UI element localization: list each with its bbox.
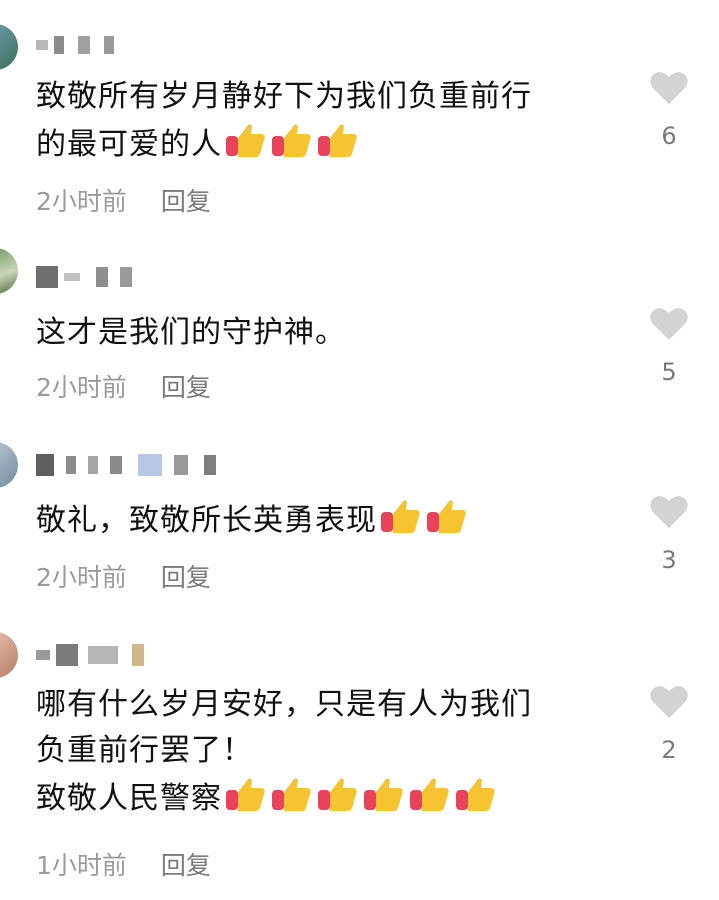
comment-time: 2小时前: [36, 563, 127, 592]
heart-icon: [650, 72, 688, 104]
like-count: 5: [661, 358, 677, 386]
reply-button[interactable]: 回复: [161, 373, 211, 402]
thumbs-up-icon: [364, 778, 403, 811]
like-count: 3: [661, 546, 677, 574]
like-count: 6: [661, 122, 677, 150]
heart-icon: [650, 686, 688, 718]
thumbs-up-icon: [272, 124, 311, 157]
avatar[interactable]: [0, 442, 18, 488]
thumbs-up-icon: [410, 778, 449, 811]
avatar[interactable]: [0, 248, 18, 294]
reply-button[interactable]: 回复: [161, 851, 211, 880]
username-blurred[interactable]: [36, 640, 144, 670]
comment-text: 这才是我们的守护神。: [36, 315, 346, 350]
like-button[interactable]: 2: [644, 684, 694, 764]
comment-text: 敬礼，致敬所长英勇表现: [36, 496, 626, 544]
thumbs-up-icon: [226, 124, 265, 157]
comment-text: 哪有什么岁月安好，只是有人为我们 负重前行罢了！ 致敬人民警察: [36, 687, 532, 816]
reply-button[interactable]: 回复: [161, 563, 211, 592]
thumbs-up-icon: [318, 124, 357, 157]
comment-time: 1小时前: [36, 851, 127, 880]
username-blurred[interactable]: [36, 450, 216, 480]
heart-icon: [650, 496, 688, 528]
like-button[interactable]: 3: [644, 494, 694, 574]
username-blurred[interactable]: [36, 30, 114, 60]
reply-button[interactable]: 回复: [161, 187, 211, 216]
comment-time: 2小时前: [36, 187, 127, 216]
thumbs-up-icon: [381, 500, 420, 533]
like-button[interactable]: 5: [644, 306, 694, 386]
comment-time: 2小时前: [36, 373, 127, 402]
thumbs-up-icon: [318, 778, 357, 811]
emoji-group: [379, 496, 469, 536]
emoji-group: [224, 774, 498, 814]
comment-meta: 2小时前 回复: [36, 558, 211, 594]
heart-icon: [650, 308, 688, 340]
thumbs-up-icon: [226, 778, 265, 811]
comment-text: 致敬所有岁月静好下为我们负重前行 的最可爱的人: [36, 79, 532, 162]
comment-meta: 1小时前 回复: [36, 846, 211, 882]
comment-meta: 2小时前 回复: [36, 182, 211, 218]
comment-meta: 2小时前 回复: [36, 368, 211, 404]
like-count: 2: [661, 736, 677, 764]
thumbs-up-icon: [427, 500, 466, 533]
thumbs-up-icon: [456, 778, 495, 811]
username-blurred[interactable]: [36, 262, 132, 292]
avatar[interactable]: [0, 632, 18, 678]
emoji-group: [224, 120, 360, 160]
thumbs-up-icon: [272, 778, 311, 811]
like-button[interactable]: 6: [644, 70, 694, 150]
avatar[interactable]: [0, 24, 18, 70]
